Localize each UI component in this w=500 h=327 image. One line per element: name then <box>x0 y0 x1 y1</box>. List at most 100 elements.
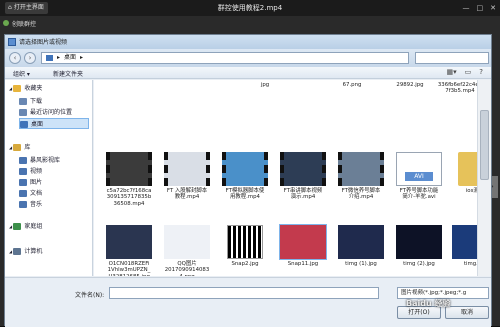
close-icon[interactable]: ✕ <box>490 2 496 14</box>
dialog-title-bar: 请选择图片或视频 <box>5 35 491 49</box>
dialog-title: 请选择图片或视频 <box>19 39 68 46</box>
sidebar-item[interactable]: ◢ 计算机 <box>9 246 89 257</box>
file-item[interactable]: 67.png <box>321 82 383 88</box>
help-icon[interactable]: ? <box>479 68 483 76</box>
file-name: c5a72bc7f168ca 309135717835b 36508.mp4 <box>106 188 152 207</box>
file-name: timg (2).jpg <box>403 261 435 267</box>
address-bar: ‹ › ▸ 桌面 ▸ <box>5 49 491 67</box>
organize-button[interactable]: 组织 ▾ <box>13 69 30 78</box>
player-window-controls: — □ ✕ <box>463 2 497 14</box>
sidebar-item[interactable]: 音乐 <box>19 199 89 210</box>
avi-file-icon: AVI <box>396 152 442 186</box>
file-item[interactable]: Snap2.jpg <box>214 225 276 267</box>
vertical-scrollbar[interactable] <box>477 80 491 276</box>
sidebar-item-label: 家庭组 <box>24 223 43 230</box>
video-title: 群控使用教程2.mp4 <box>217 4 283 12</box>
sidebar-item[interactable]: ◢ 库 <box>9 142 89 153</box>
minimize-icon[interactable]: — <box>463 2 470 14</box>
file-item[interactable]: timg (1).jpg <box>330 225 392 267</box>
picture-folder-icon <box>19 179 27 186</box>
sidebar-item-label: 音乐 <box>30 201 43 208</box>
music-folder-icon <box>19 201 27 208</box>
file-name: FT模拟器脚本使 用教程.mp4 <box>225 188 265 201</box>
star-icon <box>13 85 22 92</box>
file-open-dialog: 请选择图片或视频 ‹ › ▸ 桌面 ▸ 组织 ▾ 新建文件夹 ▦▾ ▭ ? ◢ … <box>4 34 492 327</box>
sidebar-item[interactable]: 下载 <box>19 96 89 107</box>
file-name: ios测试 <box>465 188 477 194</box>
back-icon[interactable]: ‹ <box>9 52 21 64</box>
computer-icon <box>13 248 22 255</box>
file-item[interactable]: QQ图片 2017090914083 4.png <box>156 225 218 276</box>
path-box[interactable]: ▸ 桌面 ▸ <box>41 52 409 64</box>
file-name: FT 入股解封脚本 教程.mp4 <box>166 188 208 201</box>
sidebar-item-label: 收藏夹 <box>24 85 43 92</box>
file-name: FT串讲脚本视频 演示.mp4 <box>283 188 323 201</box>
view-mode-icon[interactable]: ▦▾ <box>447 68 457 76</box>
image-thumbnail <box>106 225 152 259</box>
scrollbar-thumb[interactable] <box>480 110 489 180</box>
file-item[interactable]: FT 入股解封脚本 教程.mp4 <box>156 152 218 201</box>
avi-badge: AVI <box>405 172 433 181</box>
file-item[interactable]: O1CN018RZEFi 1Vhlw3mUPZN_ !!32812685.jpg <box>98 225 160 276</box>
desktop-small-icon <box>46 55 53 61</box>
file-item[interactable]: timg (2).jpg <box>388 225 450 267</box>
sidebar-item-label: 库 <box>24 144 31 151</box>
file-name: Snap11.jpg <box>287 261 319 267</box>
file-item[interactable]: FT模拟器脚本使 用教程.mp4 <box>214 152 276 201</box>
sidebar-item-label: 桌面 <box>31 121 44 128</box>
desktop-icon <box>20 121 28 128</box>
file-item[interactable]: FT微信养号脚本 介绍.mp4 <box>330 152 392 201</box>
video-folder-icon <box>19 168 27 175</box>
file-item[interactable]: FT串讲脚本视频 演示.mp4 <box>272 152 334 201</box>
video-library-icon <box>19 157 27 164</box>
sidebar-item[interactable]: 最近访问的位置 <box>19 107 89 118</box>
file-item[interactable]: ios测试 <box>444 152 477 194</box>
sidebar-item[interactable]: ◢ 家庭组 <box>9 221 89 232</box>
file-item[interactable]: c5a72bc7f168ca 309135717835b 36508.mp4 <box>98 152 160 207</box>
new-folder-button[interactable]: 新建文件夹 <box>53 69 83 78</box>
file-item[interactable]: 336fb6ef22c4e2 7f3b5.mp4 <box>429 82 477 95</box>
filename-label: 文件名(N): <box>75 292 105 299</box>
video-thumbnail <box>338 152 384 186</box>
view-controls: ▦▾ ▭ ? <box>447 68 483 76</box>
sidebar-item[interactable]: 视频 <box>19 166 89 177</box>
sidebar-item[interactable]: 文档 <box>19 188 89 199</box>
library-icon <box>13 144 22 151</box>
sidebar-item-label: 文档 <box>30 190 43 197</box>
image-thumbnail <box>338 225 384 259</box>
file-item[interactable]: AVI FT养号脚本功能 简介-羊驼.avi <box>388 152 450 201</box>
sidebar-item-label: 视频 <box>30 168 43 175</box>
search-input[interactable] <box>415 52 489 64</box>
folder-icon <box>458 152 477 186</box>
file-name: timg.jpg <box>463 261 477 267</box>
video-thumbnail <box>164 152 210 186</box>
image-thumbnail <box>164 225 210 259</box>
sidebar-item-label: 计算机 <box>24 248 43 255</box>
maximize-icon[interactable]: □ <box>477 2 484 14</box>
file-item[interactable]: jpg <box>234 82 296 88</box>
sidebar-item-label: 图片 <box>30 179 43 186</box>
file-name: 336fb6ef22c4e2 7f3b5.mp4 <box>437 82 477 95</box>
video-thumbnail <box>222 152 268 186</box>
image-thumbnail <box>279 224 327 260</box>
sidebar-item[interactable]: ◢ 收藏夹 <box>9 83 89 94</box>
qr-code-image <box>227 225 263 259</box>
dialog-toolbar: 组织 ▾ 新建文件夹 ▦▾ ▭ ? <box>5 67 491 79</box>
filename-input[interactable] <box>109 287 379 299</box>
file-list: jpg67.png29892.jpg336fb6ef22c4e2 7f3b5.m… <box>94 80 477 276</box>
path-segment[interactable]: 桌面 <box>64 53 76 63</box>
forward-icon[interactable]: › <box>24 52 36 64</box>
video-thumbnail <box>280 152 326 186</box>
sidebar-item[interactable]: 图片 <box>19 177 89 188</box>
preview-pane-icon[interactable]: ▭ <box>465 68 472 76</box>
cancel-button[interactable]: 取消 <box>445 306 489 319</box>
sidebar-item-label: 下载 <box>30 98 43 105</box>
sidebar-item-label: 暴风影视库 <box>30 157 61 164</box>
file-item[interactable]: timg.jpg <box>444 225 477 267</box>
file-item[interactable]: Snap11.jpg <box>272 224 334 267</box>
sidebar-item[interactable]: 桌面 <box>19 118 89 129</box>
file-name: 67.png <box>342 82 362 88</box>
navigation-pane: ◢ 收藏夹下载最近访问的位置桌面 ◢ 库暴风影视库视频图片文档音乐 ◢ 家庭组 ◢ 计… <box>5 80 93 276</box>
file-name: Snap2.jpg <box>231 261 259 267</box>
sidebar-item[interactable]: 暴风影视库 <box>19 155 89 166</box>
